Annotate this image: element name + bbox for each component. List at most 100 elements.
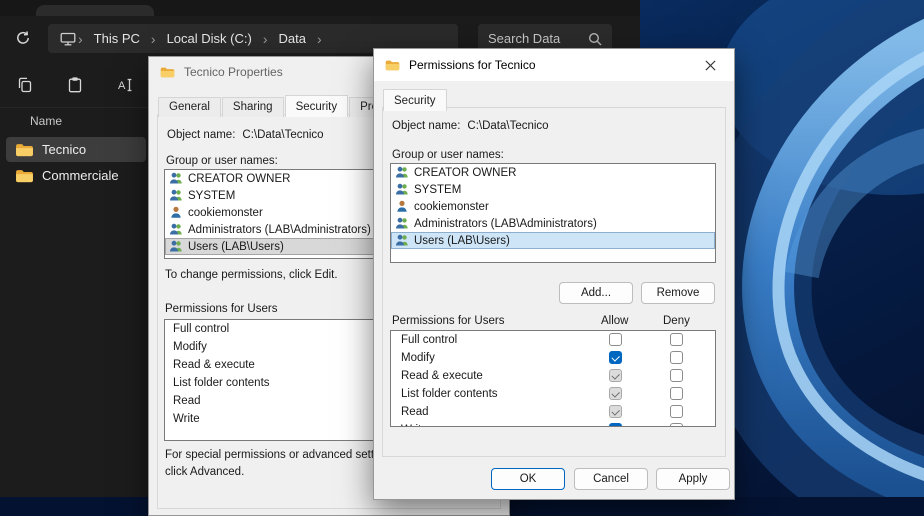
permission-name: List folder contents	[173, 377, 270, 389]
group-icon	[169, 172, 183, 185]
column-header-name[interactable]: Name	[30, 114, 62, 128]
breadcrumb-this-pc[interactable]: This PC	[85, 31, 149, 46]
group-name: SYSTEM	[188, 190, 235, 202]
tab-security[interactable]: Security	[285, 95, 349, 117]
breadcrumb-chevron[interactable]: ›	[149, 31, 158, 47]
apply-button[interactable]: Apply	[656, 468, 730, 490]
deny-checkbox-read[interactable]	[670, 405, 683, 418]
group-icon	[169, 240, 183, 253]
breadcrumb-chevron[interactable]: ›	[261, 31, 270, 47]
cancel-button[interactable]: Cancel	[574, 468, 648, 490]
permission-name: Write	[173, 413, 200, 425]
group-icon	[395, 217, 409, 230]
breadcrumb-chevron[interactable]: ›	[76, 31, 85, 47]
permissions-dialog-titlebar[interactable]: Permissions for Tecnico	[374, 49, 734, 81]
group-name: SYSTEM	[414, 184, 461, 196]
file-name: Commerciale	[42, 168, 119, 183]
group-icon	[169, 189, 183, 202]
tab-security[interactable]: Security	[383, 89, 447, 111]
group-name: cookiemonster	[188, 207, 263, 219]
tab-general[interactable]: General	[158, 97, 221, 117]
group-name: Administrators (LAB\Administrators)	[188, 224, 371, 236]
file-list: Tecnico Commerciale	[6, 137, 146, 189]
group-icon	[169, 223, 183, 236]
group-row-users[interactable]: Users (LAB\Users)	[391, 232, 715, 249]
deny-column-header: Deny	[663, 315, 690, 327]
group-name: Users (LAB\Users)	[188, 241, 284, 253]
permission-name: Full control	[173, 323, 229, 335]
group-name: CREATOR OWNER	[414, 167, 516, 179]
group-row-administrators[interactable]: Administrators (LAB\Administrators)	[391, 215, 715, 232]
permission-name: Read	[401, 406, 429, 418]
rename-icon: A	[116, 76, 134, 94]
allow-checkbox-modify[interactable]	[609, 351, 622, 364]
group-list: CREATOR OWNER SYSTEM cookiemonster Admin…	[390, 163, 716, 263]
deny-checkbox-read-execute[interactable]	[670, 369, 683, 382]
permission-name: Write	[401, 424, 428, 427]
user-icon	[169, 206, 183, 219]
deny-checkbox-list-folder-contents[interactable]	[670, 387, 683, 400]
svg-text:A: A	[118, 80, 126, 92]
group-name: Administrators (LAB\Administrators)	[414, 218, 597, 230]
permission-name: Read & execute	[173, 359, 255, 371]
file-name: Tecnico	[42, 142, 86, 157]
folder-icon	[160, 66, 175, 78]
permission-name: List folder contents	[401, 388, 498, 400]
this-pc-icon	[60, 31, 76, 47]
deny-checkbox-write[interactable]	[670, 423, 683, 427]
breadcrumb-data[interactable]: Data	[270, 31, 315, 46]
group-row-system[interactable]: SYSTEM	[391, 181, 715, 198]
ok-button[interactable]: OK	[491, 468, 565, 490]
dialog-title: Tecnico Properties	[184, 65, 283, 79]
allow-checkbox-read-execute[interactable]	[609, 369, 622, 382]
rename-button[interactable]: A	[112, 72, 138, 98]
breadcrumb-chevron[interactable]: ›	[315, 31, 324, 47]
explorer-tab-strip	[0, 0, 640, 16]
group-names-label: Group or user names:	[166, 155, 278, 167]
folder-icon	[15, 168, 34, 183]
dialog-title: Permissions for Tecnico	[409, 58, 536, 72]
copy-button[interactable]	[12, 72, 38, 98]
tab-sharing[interactable]: Sharing	[222, 97, 284, 117]
group-icon	[395, 166, 409, 179]
group-name: CREATOR OWNER	[188, 173, 290, 185]
allow-column-header: Allow	[601, 315, 628, 327]
search-placeholder: Search Data	[488, 31, 560, 46]
close-icon	[705, 60, 716, 71]
search-icon	[588, 32, 602, 46]
add-button[interactable]: Add...	[559, 282, 633, 304]
edit-hint-text: To change permissions, click Edit.	[165, 269, 338, 281]
user-icon	[395, 200, 409, 213]
object-name-value: C:\Data\Tecnico	[242, 129, 323, 141]
refresh-button[interactable]	[11, 26, 35, 50]
deny-checkbox-full-control[interactable]	[670, 333, 683, 346]
allow-checkbox-list-folder-contents[interactable]	[609, 387, 622, 400]
allow-checkbox-write[interactable]	[609, 423, 622, 427]
group-row-cookiemonster[interactable]: cookiemonster	[391, 198, 715, 215]
permission-row-read: Read	[391, 403, 715, 421]
breadcrumb-local-disk-c[interactable]: Local Disk (C:)	[158, 31, 261, 46]
permissions-dialog: Permissions for Tecnico Security Object …	[373, 48, 735, 500]
group-row-creator-owner[interactable]: CREATOR OWNER	[391, 164, 715, 181]
allow-checkbox-full-control[interactable]	[609, 333, 622, 346]
close-button[interactable]	[688, 50, 733, 80]
permission-row-full-control: Full control	[391, 331, 715, 349]
remove-button[interactable]: Remove	[641, 282, 715, 304]
permission-row-write: Write	[391, 421, 715, 427]
group-name: cookiemonster	[414, 201, 489, 213]
paste-button[interactable]	[62, 72, 88, 98]
file-row-tecnico[interactable]: Tecnico	[6, 137, 146, 162]
object-name-value: C:\Data\Tecnico	[467, 120, 548, 132]
explorer-tab[interactable]	[36, 5, 154, 16]
permissions-for-users-label: Permissions for Users	[392, 315, 504, 327]
file-row-commerciale[interactable]: Commerciale	[6, 163, 146, 188]
group-icon	[395, 234, 409, 247]
allow-checkbox-read[interactable]	[609, 405, 622, 418]
permission-row-modify: Modify	[391, 349, 715, 367]
permission-name: Full control	[401, 334, 457, 346]
permission-row-list-folder-contents: List folder contents	[391, 385, 715, 403]
deny-checkbox-modify[interactable]	[670, 351, 683, 364]
permissions-list: Full control Modify Read & execute List …	[390, 330, 716, 427]
object-name-label: Object name:	[392, 120, 460, 132]
advanced-hint-text: For special permissions or advanced sett…	[165, 447, 403, 480]
